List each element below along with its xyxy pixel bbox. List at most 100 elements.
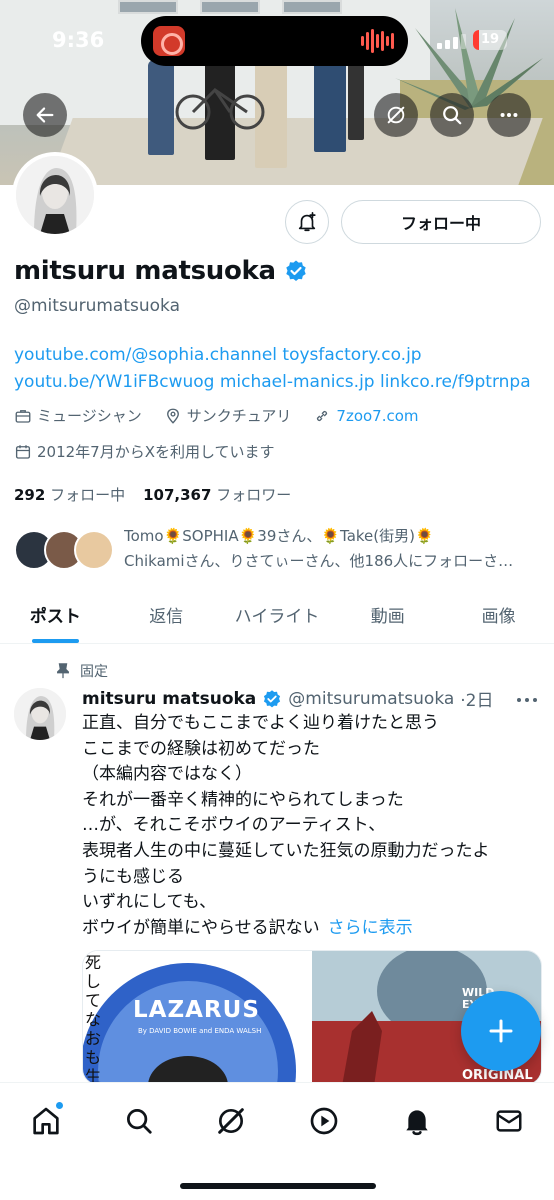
followers-you-know-line1: Tomo🌻SOPHIA🌻39さん、🌻Take(街男)🌻 <box>124 527 434 545</box>
nav-notifications[interactable] <box>397 1101 437 1141</box>
profile-joined: 2012年7月からXを利用しています <box>14 441 275 462</box>
verified-badge-icon[interactable] <box>284 259 308 283</box>
grok-button[interactable] <box>374 93 418 137</box>
location-pin-icon <box>166 408 179 424</box>
profile-avatar[interactable] <box>12 152 98 238</box>
lazarus-title: LAZARUS <box>133 997 260 1023</box>
post-header: mitsuru matsuoka @mitsurumatsuoka ·2日 <box>82 686 494 712</box>
follower-avatar <box>74 530 114 570</box>
followers-you-know-text: Tomo🌻SOPHIA🌻39さん、🌻Take(街男)🌻 Chikamiさん、りさ… <box>124 524 544 574</box>
profile-tabs: ポスト 返信 ハイライト 動画 画像 <box>0 590 554 644</box>
lazarus-credit: By DAVID BOWIE and ENDA WALSH <box>138 1027 262 1035</box>
post-line-last: ボウイが簡単にやらせる訳ない さらに表示 <box>82 916 542 942</box>
post-author-avatar[interactable] <box>14 688 66 740</box>
home-indicator <box>180 1183 376 1189</box>
pin-icon <box>57 663 69 679</box>
followers-count: 107,367 <box>143 486 212 504</box>
briefcase-icon <box>15 409 31 423</box>
post-time: ·2日 <box>460 691 494 711</box>
verified-badge-icon <box>264 689 281 707</box>
banner-window <box>200 0 260 14</box>
location-text: サンクチュアリ <box>186 407 292 425</box>
followers-count-link[interactable]: 107,367 フォロワー <box>143 484 291 505</box>
tab-posts[interactable]: ポスト <box>0 590 111 643</box>
post-line: 表現者人生の中に蔓延していた狂気の原動力だったよ <box>82 840 490 861</box>
plus-icon <box>489 1019 513 1043</box>
home-notification-dot <box>55 1101 64 1110</box>
battery-icon: 19 <box>473 30 507 50</box>
followers-label: フォロワー <box>216 486 292 504</box>
grok-icon <box>218 1108 244 1134</box>
following-count-link[interactable]: 292 フォロー中 <box>14 484 125 505</box>
post-line: …が、それこそボウイのアーティスト、 <box>82 815 386 836</box>
post-author-name[interactable]: mitsuru matsuoka <box>82 689 256 709</box>
battery-percent: 19 <box>480 32 500 47</box>
notifications-button[interactable] <box>285 200 329 244</box>
nav-home[interactable] <box>26 1101 66 1141</box>
followers-you-know-line2: Chikamiさん、りさてぃーさん、他186人にフォローさ… <box>124 552 514 570</box>
post-line: うにも感じる <box>82 866 184 887</box>
more-button[interactable] <box>487 93 531 137</box>
profile-joined-row: 2012年7月からXを利用しています <box>14 441 297 462</box>
website-link[interactable]: 7zoo7.com <box>336 407 418 425</box>
bell-plus-icon <box>298 212 316 232</box>
following-count: 292 <box>14 486 46 504</box>
avatar-photo <box>16 156 94 234</box>
followers-you-know[interactable]: Tomo🌻SOPHIA🌻39さん、🌻Take(街男)🌻 Chikamiさん、りさ… <box>14 524 544 578</box>
nav-grok[interactable] <box>211 1101 251 1141</box>
lazarus-side-text: 死してなおも生を問う。 <box>85 953 102 1084</box>
messages-icon <box>496 1110 522 1132</box>
more-icon <box>500 112 518 118</box>
status-time: 9:36 <box>52 28 105 52</box>
tab-images[interactable]: 画像 <box>443 590 554 643</box>
category-text: ミュージシャン <box>37 407 142 425</box>
nav-messages[interactable] <box>489 1101 529 1141</box>
profile-meta-row: ミュージシャン サンクチュアリ 7zoo7.com <box>14 405 441 426</box>
follow-counts: 292 フォロー中 107,367 フォロワー <box>14 484 291 505</box>
profile-category: ミュージシャン <box>14 405 142 426</box>
bottom-navigation <box>0 1082 554 1200</box>
joined-text: 2012年7月からXを利用しています <box>37 443 275 461</box>
post-more-button[interactable] <box>516 686 538 710</box>
avatar-portrait <box>16 156 94 234</box>
audio-waveform-icon <box>361 29 394 53</box>
dynamic-island[interactable] <box>141 16 408 66</box>
post-line: それが一番辛く精神的にやられてしまった <box>82 789 404 810</box>
profile-location: サンクチュアリ <box>164 405 292 426</box>
banner-person <box>348 60 364 140</box>
video-icon <box>310 1107 338 1135</box>
back-button[interactable] <box>23 93 67 137</box>
profile-handle: @mitsurumatsuoka <box>14 296 180 316</box>
nav-search[interactable] <box>119 1101 159 1141</box>
arrow-left-icon <box>36 107 54 123</box>
post-line: 正直、自分でもここまでよく辿り着けたと思う <box>82 713 439 733</box>
post-line: ボウイが簡単にやらせる訳ない <box>82 917 320 938</box>
following-button[interactable]: フォロー中 <box>341 200 541 244</box>
tab-highlights[interactable]: ハイライト <box>222 590 333 643</box>
post-author-handle: @mitsurumatsuoka <box>288 688 455 709</box>
calendar-icon <box>15 444 31 459</box>
nav-video[interactable] <box>304 1101 344 1141</box>
tab-videos[interactable]: 動画 <box>332 590 443 643</box>
banner-bicycle <box>175 88 265 130</box>
profile-bio-links[interactable]: youtube.com/@sophia.channel toysfactory.… <box>14 342 544 396</box>
post-line: （本編内容ではなく） <box>82 764 252 785</box>
search-icon <box>127 1109 152 1134</box>
pinned-indicator: 固定 <box>56 661 108 681</box>
compose-post-button[interactable] <box>461 991 541 1071</box>
banner-person <box>148 60 174 155</box>
search-button[interactable] <box>430 93 474 137</box>
show-more-link[interactable]: さらに表示 <box>328 918 413 938</box>
post-line: ここまでの経験は初めてだった <box>82 738 320 759</box>
post-text[interactable]: 正直、自分でもここまでよく辿り着けたと思う ここまでの経験は初めてだった （本編… <box>82 711 542 941</box>
media-image-lazarus[interactable]: 死してなおも生を問う。 LAZARUS By DAVID BOWIE and E… <box>83 951 310 1084</box>
tab-replies[interactable]: 返信 <box>111 590 222 643</box>
post-line: いずれにしても、 <box>82 892 217 913</box>
profile-website[interactable]: 7zoo7.com <box>313 407 419 425</box>
recording-app-icon <box>153 26 185 56</box>
following-label: フォロー中 <box>50 486 126 504</box>
banner-window <box>118 0 178 14</box>
profile-name-row: mitsuru matsuoka <box>14 256 308 286</box>
banner-window <box>282 0 342 14</box>
grok-icon <box>387 106 405 124</box>
